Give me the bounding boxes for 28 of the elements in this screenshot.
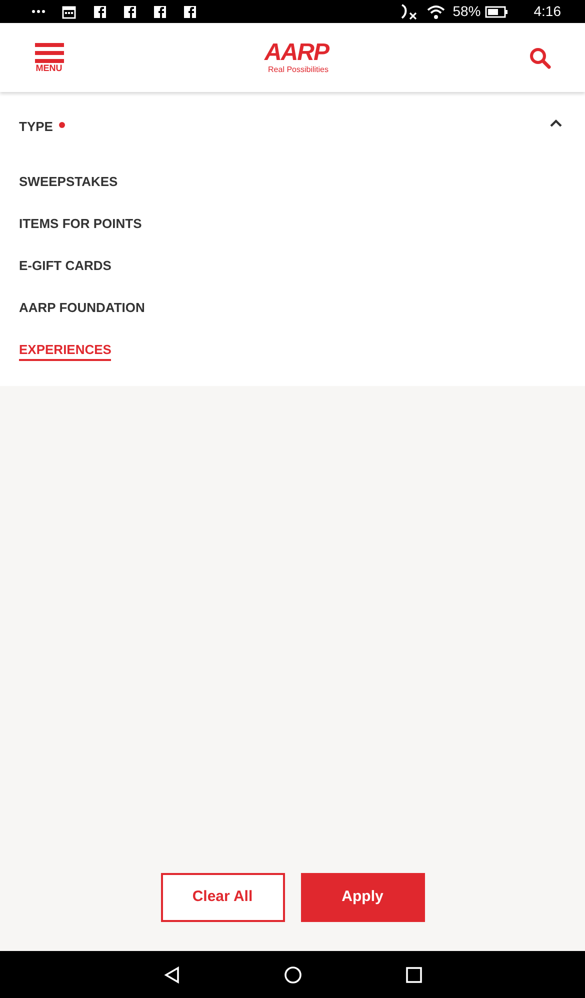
- menu-icon: [34, 42, 64, 62]
- filter-option[interactable]: E-GIFT CARDS: [19, 257, 112, 277]
- wifi-icon: [426, 4, 445, 18]
- apply-button[interactable]: Apply: [300, 873, 424, 922]
- back-icon[interactable]: [164, 966, 180, 984]
- facebook-icon: [94, 6, 106, 18]
- clock: 4:16: [534, 2, 561, 21]
- facebook-icon: [184, 6, 196, 18]
- home-icon[interactable]: [284, 966, 302, 984]
- signal-off-icon: [398, 4, 419, 20]
- filter-option[interactable]: SWEEPSTAKES: [19, 173, 118, 193]
- logo[interactable]: AARP Real Possibilities: [264, 41, 328, 74]
- filter-option[interactable]: ITEMS FOR POINTS: [19, 215, 142, 235]
- menu-button[interactable]: MENU: [34, 42, 64, 72]
- search-icon: [529, 46, 551, 68]
- filter-option[interactable]: EXPERIENCES: [19, 341, 112, 361]
- filter-header[interactable]: TYPE: [19, 92, 566, 162]
- facebook-icon: [154, 6, 166, 18]
- more-icon: [32, 10, 45, 13]
- filter-option[interactable]: AARP FOUNDATION: [19, 299, 145, 319]
- battery-percent: 58%: [452, 2, 481, 21]
- calendar-icon: [62, 4, 76, 18]
- filter-title: TYPE: [19, 118, 53, 136]
- recents-icon[interactable]: [406, 966, 422, 982]
- battery-icon: [484, 6, 508, 18]
- search-button[interactable]: [529, 46, 551, 68]
- facebook-icon: [124, 6, 136, 18]
- clear-button[interactable]: Clear All: [160, 873, 284, 922]
